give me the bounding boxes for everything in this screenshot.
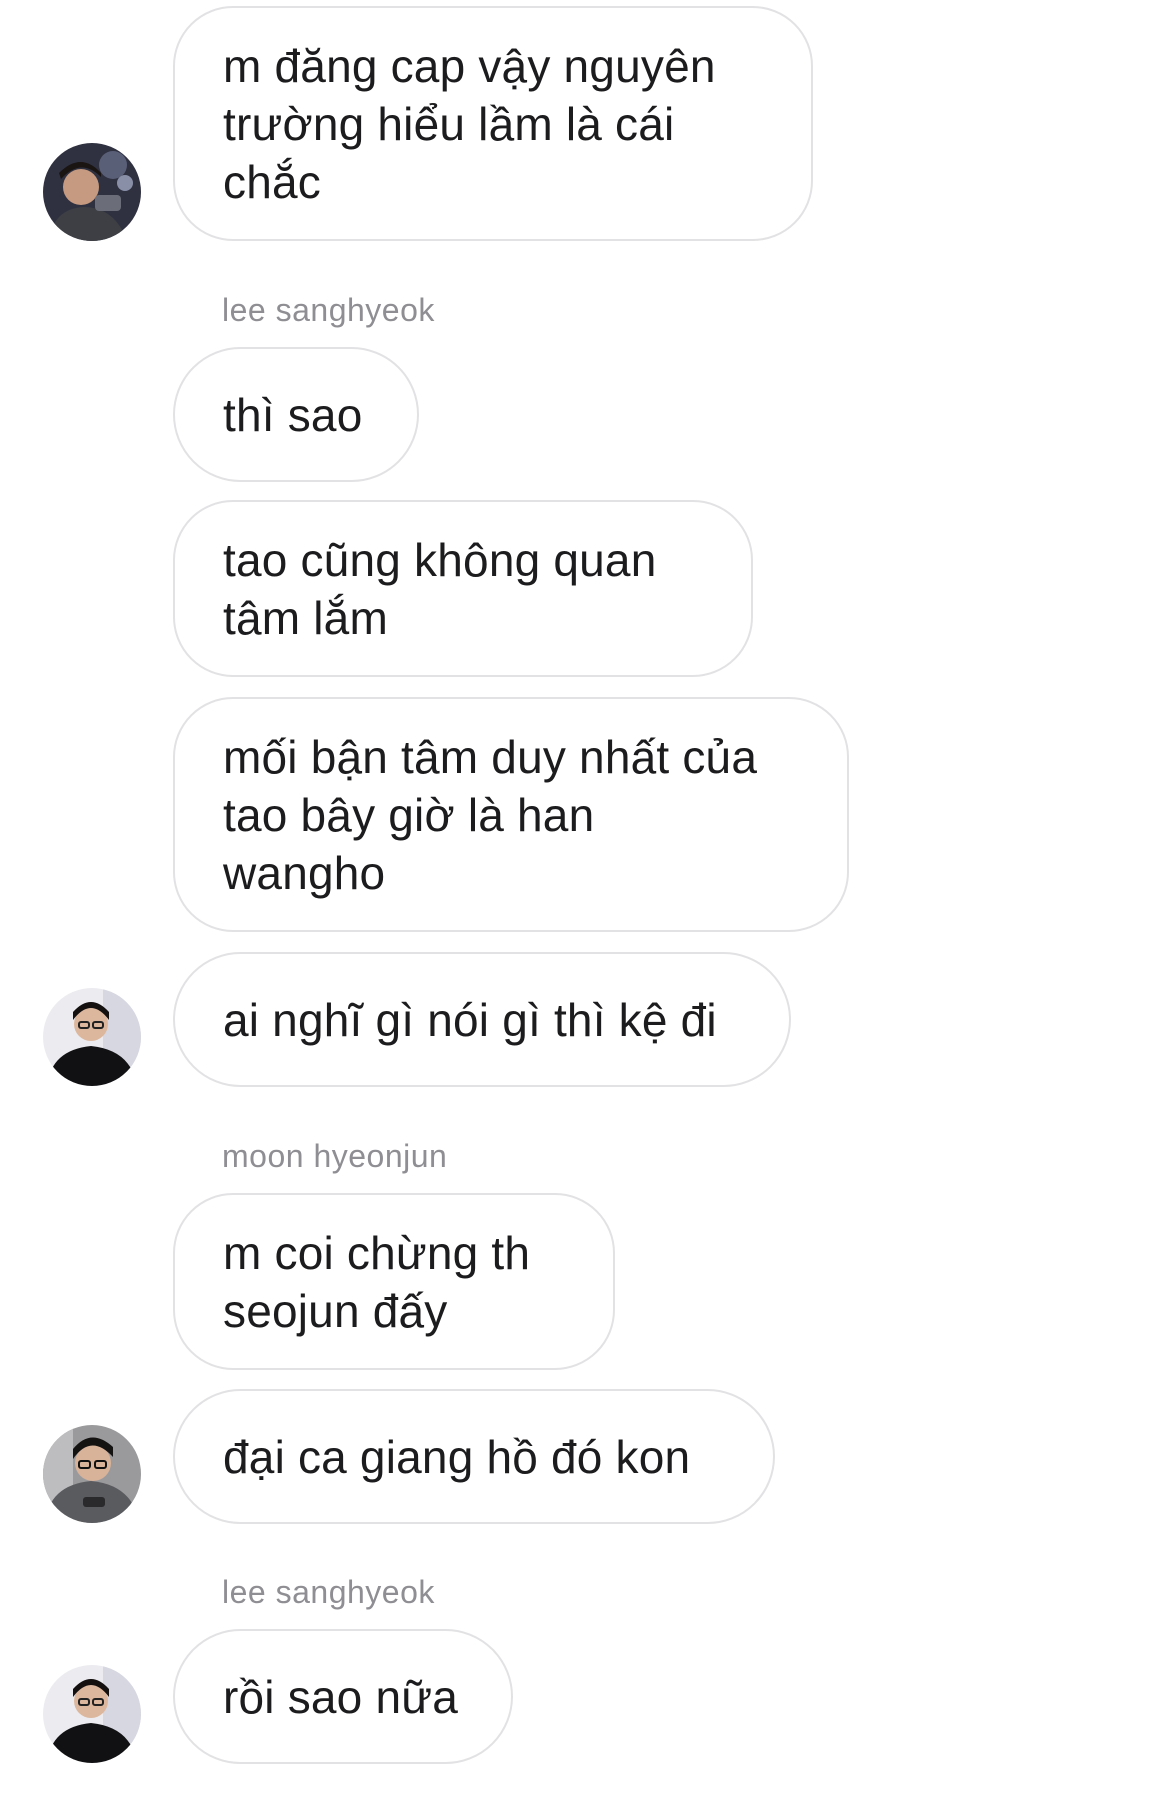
avatar[interactable]	[43, 1425, 141, 1523]
message-text: tao cũng không quan tâm lắm	[223, 533, 657, 644]
avatar[interactable]	[43, 988, 141, 1086]
avatar[interactable]	[43, 1665, 141, 1763]
message-bubble[interactable]: m coi chừng th seojun đấy	[173, 1193, 615, 1370]
message-text: rồi sao nữa	[223, 1670, 459, 1723]
sender-name: lee sanghyeok	[222, 1574, 435, 1610]
message-bubble[interactable]: rồi sao nữa	[173, 1629, 513, 1764]
message-text: mối bận tâm duy nhất của tao bây giờ là …	[223, 730, 758, 899]
avatar[interactable]	[43, 143, 141, 241]
message-bubble[interactable]: m đăng cap vậy nguyên trường hiểu lầm là…	[173, 6, 813, 241]
message-bubble[interactable]: thì sao	[173, 347, 419, 482]
message-text: thì sao	[223, 388, 363, 441]
avatar-photo-icon	[43, 1665, 141, 1763]
message-bubble[interactable]: mối bận tâm duy nhất của tao bây giờ là …	[173, 697, 849, 932]
message-text: ai nghĩ gì nói gì thì kệ đi	[223, 993, 717, 1046]
avatar-photo-icon	[43, 988, 141, 1086]
message-text: m đăng cap vậy nguyên trường hiểu lầm là…	[223, 39, 716, 208]
sender-name: moon hyeonjun	[222, 1138, 448, 1174]
message-bubble[interactable]: tao cũng không quan tâm lắm	[173, 500, 753, 677]
message-bubble[interactable]: đại ca giang hồ đó kon	[173, 1389, 775, 1524]
message-text: m coi chừng th seojun đấy	[223, 1226, 531, 1337]
message-text: đại ca giang hồ đó kon	[223, 1430, 691, 1483]
sender-name: lee sanghyeok	[222, 292, 435, 328]
avatar-photo-icon	[43, 143, 141, 241]
avatar-photo-icon	[43, 1425, 141, 1523]
message-bubble[interactable]: ai nghĩ gì nói gì thì kệ đi	[173, 952, 791, 1087]
